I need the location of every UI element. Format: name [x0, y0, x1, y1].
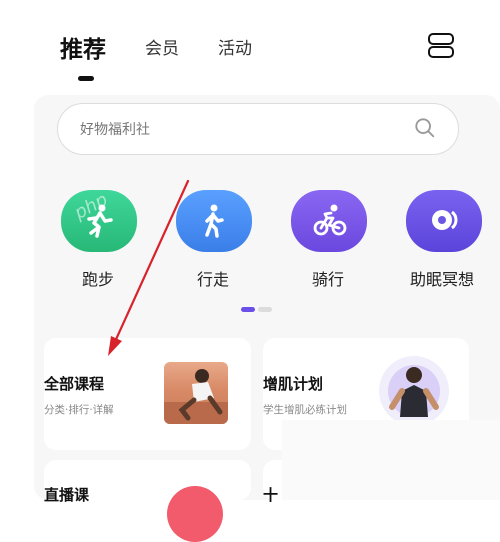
annotation-arrow	[108, 179, 190, 356]
